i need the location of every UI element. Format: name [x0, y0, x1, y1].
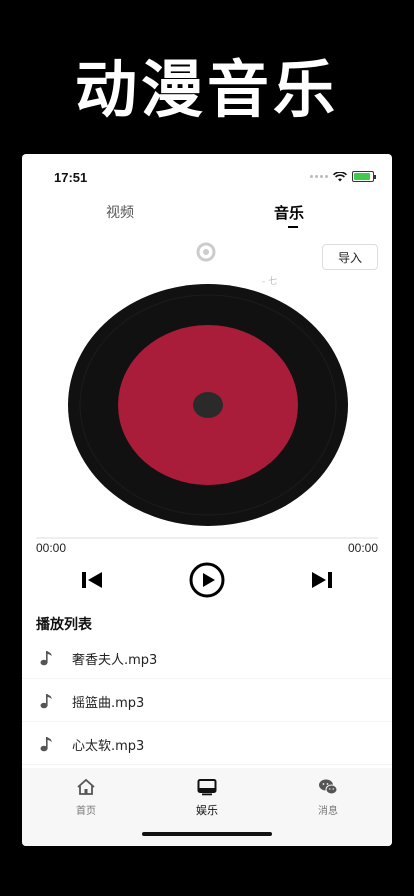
skip-previous-icon	[82, 572, 102, 588]
top-tabs: 视频 音乐	[22, 202, 392, 232]
status-time: 17:51	[54, 170, 88, 185]
active-tab-indicator	[288, 226, 298, 228]
tab-music[interactable]: 音乐	[274, 202, 304, 223]
tab-video[interactable]: 视频	[106, 202, 134, 222]
total-time: 00:00	[347, 541, 378, 555]
previous-button[interactable]	[78, 562, 106, 598]
track-name: 心太软.mp3	[72, 739, 145, 754]
nav-messages[interactable]: 消息	[288, 778, 368, 817]
battery-icon	[352, 171, 376, 182]
status-bar: 17:51	[22, 154, 392, 198]
music-note-icon	[40, 694, 52, 709]
record-spindle	[193, 392, 223, 418]
wechat-icon	[319, 779, 338, 795]
nav-entertainment[interactable]: 娱乐	[167, 778, 247, 818]
current-time: 00:00	[36, 541, 67, 555]
promo-title: 动漫音乐	[74, 53, 339, 126]
skip-next-icon	[312, 572, 332, 588]
wifi-icon	[333, 171, 347, 181]
phone-screen: 17:51 视频 音乐 - 七 导入 00:00 00:00 播放列表 奢香夫人…	[22, 154, 392, 846]
music-note-icon	[40, 651, 52, 666]
playlist-item[interactable]: 心太软.mp3	[22, 722, 392, 765]
playlist-item[interactable]: 奢香夫人.mp3	[22, 636, 392, 679]
home-indicator[interactable]	[142, 832, 272, 836]
nav-label: 消息	[318, 806, 338, 817]
faded-logo-icon	[196, 242, 216, 262]
track-name: 奢香夫人.mp3	[72, 653, 158, 668]
next-button[interactable]	[308, 562, 336, 598]
progress-bar[interactable]	[36, 537, 378, 539]
nav-label: 首页	[76, 806, 96, 817]
signal-icon	[310, 175, 328, 178]
nav-label: 娱乐	[196, 804, 218, 817]
music-note-icon	[40, 737, 52, 752]
import-button[interactable]: 导入	[322, 244, 378, 270]
playlist: 奢香夫人.mp3 摇篮曲.mp3 心太软.mp3	[22, 636, 392, 765]
status-icons	[310, 171, 376, 182]
vinyl-record[interactable]	[68, 284, 348, 526]
tv-icon	[197, 779, 217, 796]
playback-controls	[22, 562, 392, 598]
playlist-item[interactable]: 摇篮曲.mp3	[22, 679, 392, 722]
track-name: 摇篮曲.mp3	[72, 696, 145, 711]
playlist-heading: 播放列表	[36, 617, 92, 633]
home-icon	[77, 778, 95, 795]
play-button[interactable]	[189, 562, 225, 598]
battery-level	[354, 173, 371, 180]
nav-home[interactable]: 首页	[46, 778, 126, 817]
play-circle-icon	[189, 562, 225, 598]
